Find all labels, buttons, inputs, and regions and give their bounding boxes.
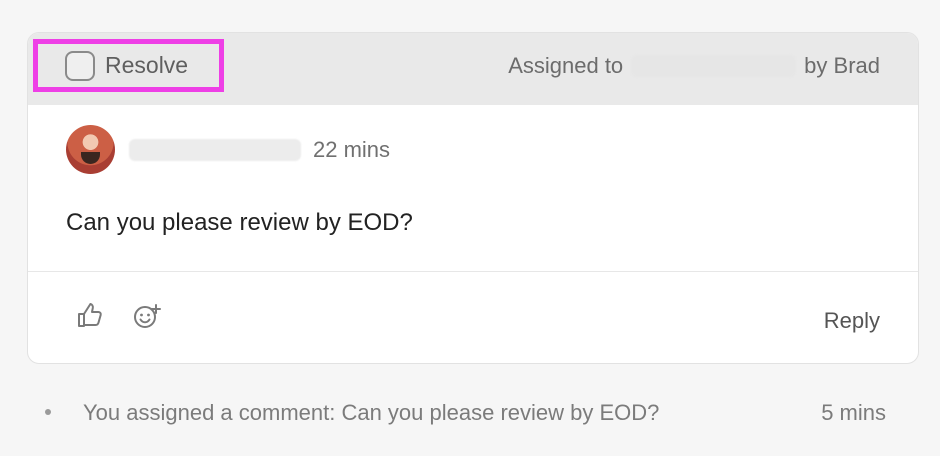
comment-header: Resolve Assigned to by Brad [28,33,918,105]
comment-text: Can you please review by EOD? [66,209,413,236]
resolve-checkbox[interactable] [65,50,95,81]
avatar [66,125,115,174]
activity-text: You assigned a comment: Can you please r… [83,400,660,425]
assigned-suffix: by Brad [804,53,880,78]
emoji-add-icon[interactable] [132,301,162,331]
assignee-name-redacted [631,55,797,77]
comment-body: 22 mins Can you please review by EOD? [28,105,918,272]
resolve-control[interactable]: Resolve [33,39,224,92]
reply-button[interactable]: Reply [824,310,880,332]
comment-card: Resolve Assigned to by Brad 22 mins Can … [27,32,919,364]
comment-actions: Reply [28,272,918,363]
activity-timestamp: 5 mins [821,400,886,425]
thumbs-up-icon[interactable] [75,301,105,331]
activity-item: You assigned a comment: Can you please r… [0,392,940,432]
activity-bullet [45,409,51,415]
assigned-info: Assigned to by Brad [508,55,880,77]
comment-timestamp: 22 mins [313,137,391,162]
author-name-redacted [129,139,301,161]
assigned-prefix: Assigned to [508,53,624,78]
resolve-label: Resolve [105,52,189,78]
